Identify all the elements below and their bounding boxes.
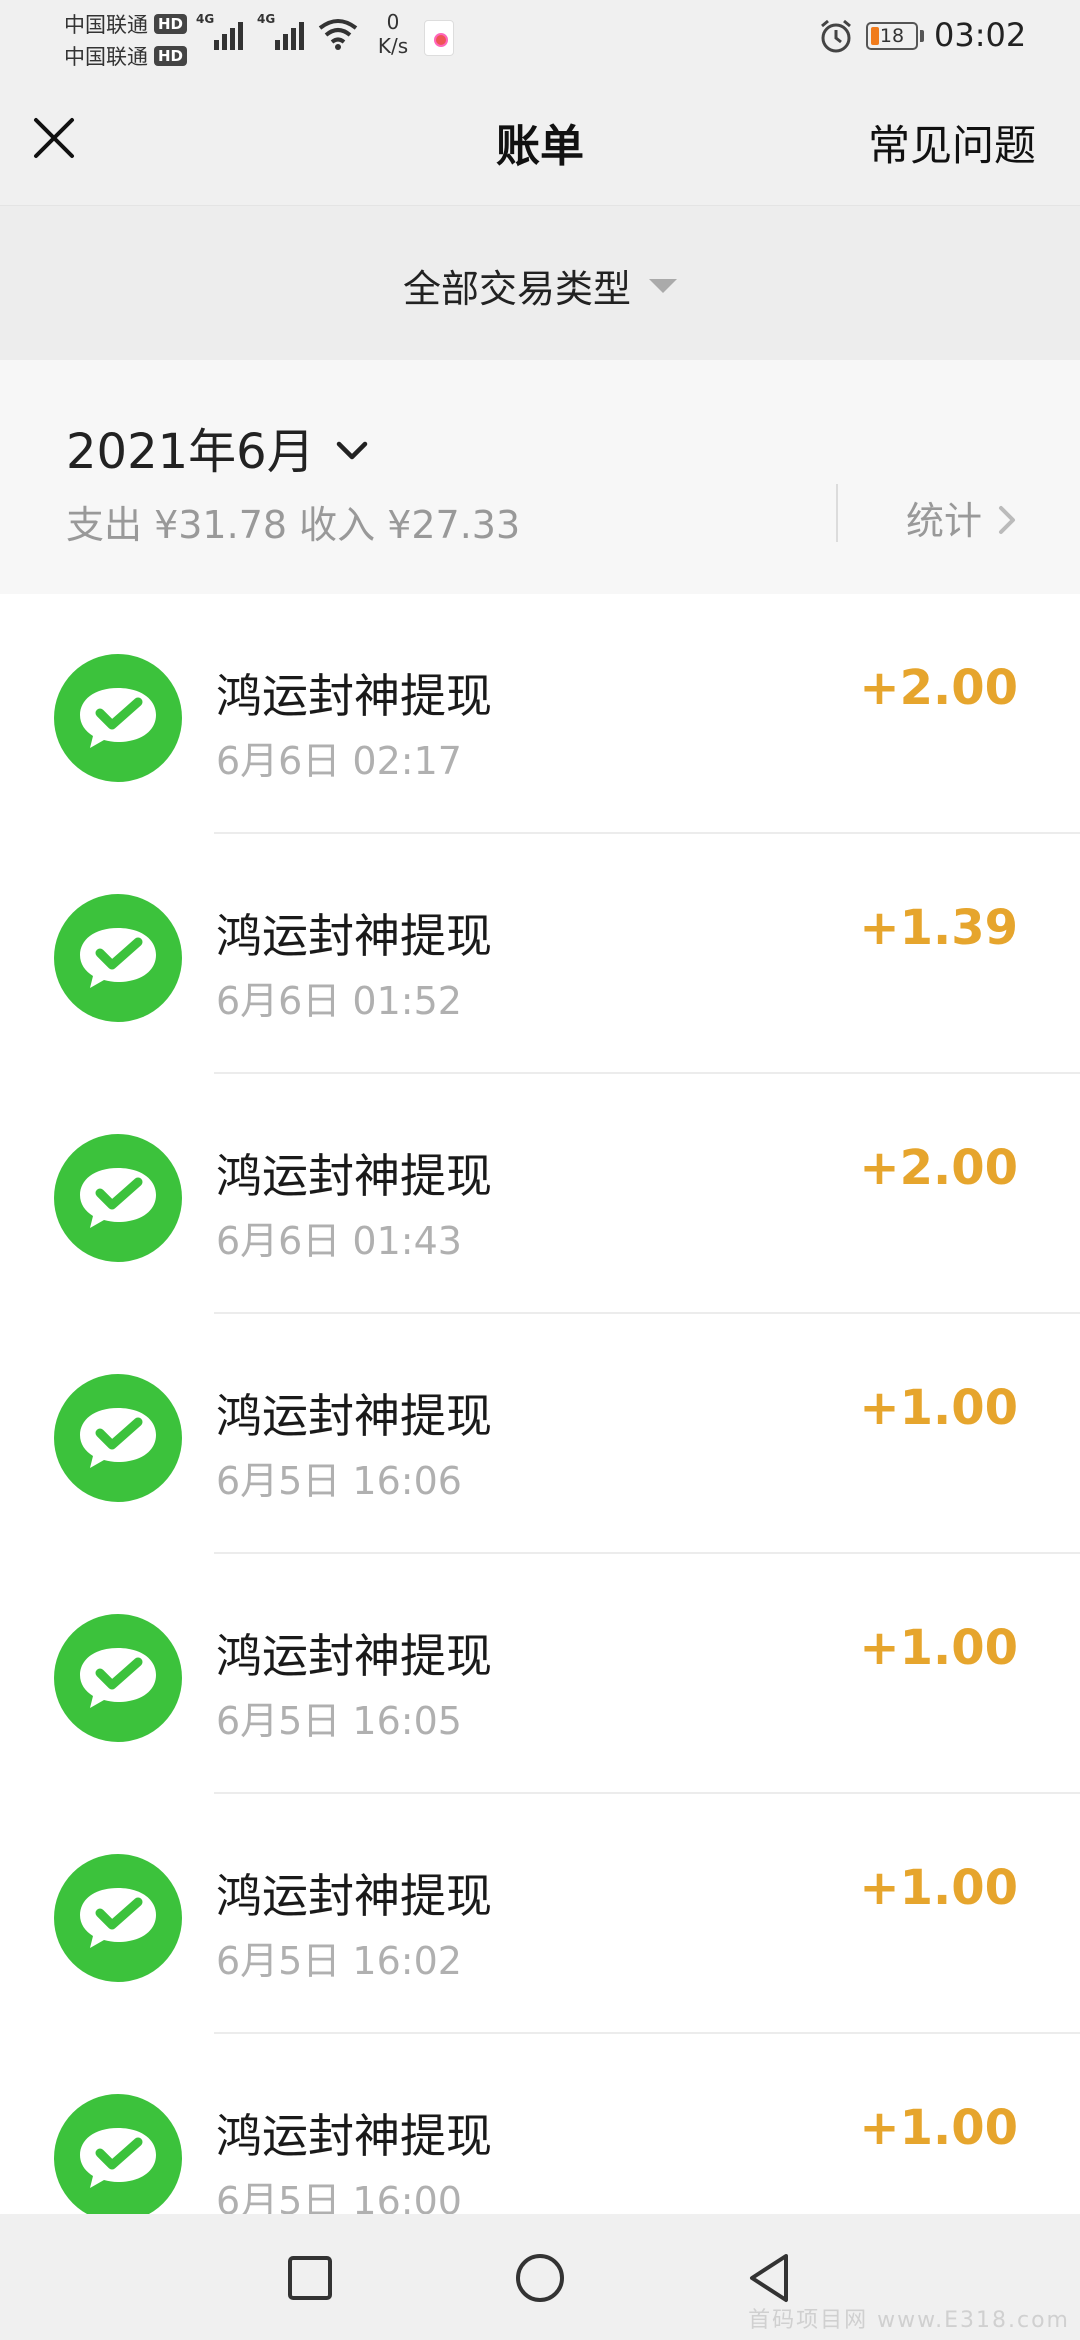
transaction-list: 鸿运封神提现 6月6日 02:17 +2.00 鸿运封神提现 6月6日 01:5… — [0, 594, 1080, 2274]
transaction-row[interactable]: 鸿运封神提现 6月6日 01:52 +1.39 — [0, 834, 1080, 1074]
transaction-time: 6月5日 16:02 — [216, 1939, 462, 1983]
transaction-amount: +1.00 — [859, 1620, 1018, 1676]
signal-indicators: 4G 4G — [196, 12, 370, 50]
wechat-pay-icon — [54, 654, 182, 782]
transaction-time: 6月6日 01:43 — [216, 1219, 462, 1263]
wechat-pay-icon — [54, 1374, 182, 1502]
transaction-time: 6月6日 02:17 — [216, 739, 462, 783]
transaction-row[interactable]: 鸿运封神提现 6月5日 16:06 +1.00 — [0, 1314, 1080, 1554]
month-label: 2021年6月 — [66, 424, 315, 480]
carrier-name-2: 中国联通 — [64, 45, 148, 69]
watermark: 首码项目网 www.E318.com — [748, 2308, 1070, 2333]
nav-bar: 账单 常见问题 — [0, 72, 1080, 206]
stats-label: 统计 — [906, 499, 983, 543]
system-navigation-bar: 首码项目网 www.E318.com — [0, 2214, 1080, 2340]
month-summary: 支出 ¥31.78 收入 ¥27.33 — [66, 503, 521, 547]
wechat-pay-icon — [54, 1134, 182, 1262]
transaction-type-filter[interactable]: 全部交易类型 — [0, 258, 1080, 313]
transaction-row[interactable]: 鸿运封神提现 6月6日 01:43 +2.00 — [0, 1074, 1080, 1314]
divider — [836, 484, 838, 542]
transaction-amount: +2.00 — [859, 1140, 1018, 1196]
app-notification-icon — [424, 20, 454, 56]
network-type-label: 4G — [257, 12, 276, 26]
transaction-title: 鸿运封神提现 — [216, 909, 492, 963]
net-speed-value: 0 — [386, 10, 400, 34]
chevron-down-icon — [336, 441, 367, 460]
month-picker[interactable]: 2021年6月 — [66, 412, 369, 482]
alarm-icon — [821, 19, 851, 53]
transaction-time: 6月5日 16:06 — [216, 1459, 462, 1503]
battery-icon: 18 — [866, 22, 918, 50]
battery-level: 18 — [879, 25, 905, 47]
month-header: 2021年6月 支出 ¥31.78 收入 ¥27.33 统计 — [0, 360, 1080, 594]
transaction-time: 6月5日 16:05 — [216, 1699, 462, 1743]
battery-nub — [920, 30, 924, 42]
transaction-amount: +1.00 — [859, 2100, 1018, 2156]
wechat-pay-icon — [54, 894, 182, 1022]
transaction-title: 鸿运封神提现 — [216, 2109, 492, 2163]
net-speed-unit: K/s — [377, 34, 409, 58]
transaction-title: 鸿运封神提现 — [216, 669, 492, 723]
hd-badge: HD — [154, 14, 188, 34]
recent-apps-icon[interactable] — [282, 2250, 338, 2306]
wechat-pay-icon — [54, 2094, 182, 2222]
home-icon[interactable] — [512, 2250, 568, 2306]
transaction-title: 鸿运封神提现 — [216, 1869, 492, 1923]
transaction-row[interactable]: 鸿运封神提现 6月5日 16:02 +1.00 — [0, 1794, 1080, 2034]
transaction-amount: +1.00 — [859, 1380, 1018, 1436]
status-time: 03:02 — [934, 16, 1027, 54]
back-icon[interactable] — [742, 2250, 798, 2306]
transaction-row[interactable]: 鸿运封神提现 6月6日 02:17 +2.00 — [0, 594, 1080, 834]
transaction-title: 鸿运封神提现 — [216, 1149, 492, 1203]
wifi-icon — [318, 19, 358, 50]
transaction-amount: +1.00 — [859, 1860, 1018, 1916]
signal-icon: 4G — [196, 12, 243, 50]
transaction-title: 鸿运封神提现 — [216, 1629, 492, 1683]
carrier-name-1: 中国联通 — [64, 13, 148, 37]
status-bar: 中国联通 HD 中国联通 HD 4G 4G 0 K/s 18 03:02 — [0, 0, 1080, 72]
stats-link[interactable]: 统计 — [906, 490, 1016, 545]
transaction-row[interactable]: 鸿运封神提现 6月5日 16:05 +1.00 — [0, 1554, 1080, 1794]
filter-label: 全部交易类型 — [402, 267, 631, 311]
network-type-label: 4G — [196, 12, 215, 26]
wechat-pay-icon — [54, 1614, 182, 1742]
net-speed: 0 K/s — [368, 10, 418, 58]
filter-bar: 全部交易类型 — [0, 206, 1080, 360]
transaction-amount: +2.00 — [859, 660, 1018, 716]
hd-badge: HD — [154, 46, 188, 66]
transaction-title: 鸿运封神提现 — [216, 1389, 492, 1443]
faq-link[interactable]: 常见问题 — [868, 112, 1036, 173]
chevron-right-icon — [999, 505, 1016, 534]
caret-down-icon — [649, 278, 677, 293]
transaction-time: 6月6日 01:52 — [216, 979, 462, 1023]
transaction-amount: +1.39 — [859, 900, 1018, 956]
signal-icon: 4G — [257, 12, 304, 50]
wechat-pay-icon — [54, 1854, 182, 1982]
carrier-info: 中国联通 HD 中国联通 HD — [64, 8, 188, 72]
